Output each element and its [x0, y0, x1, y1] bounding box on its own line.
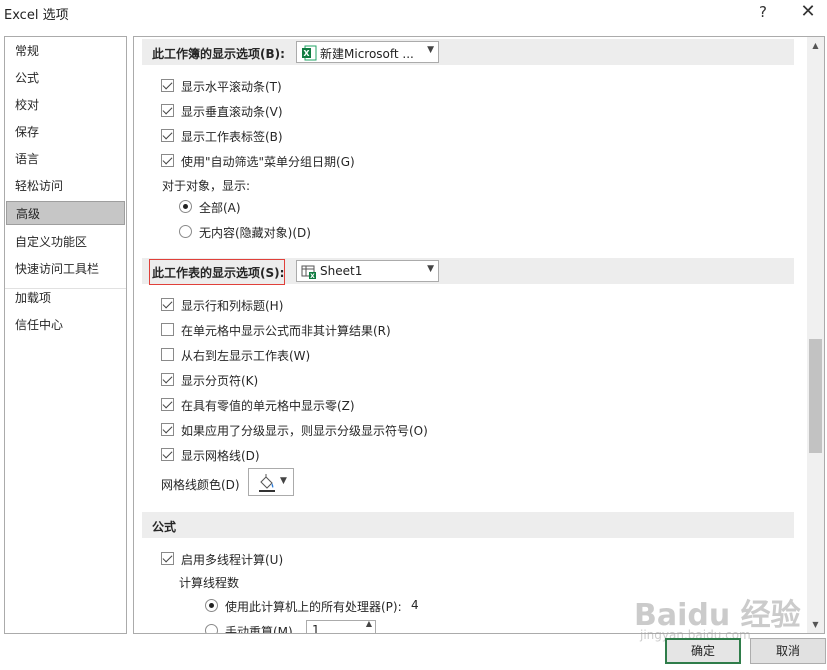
checkbox[interactable] — [161, 423, 174, 436]
sidebar-item-trust-center[interactable]: 信任中心 — [6, 313, 125, 337]
ok-button[interactable]: 确定 — [665, 638, 741, 664]
checkbox[interactable] — [161, 154, 174, 167]
vertical-scrollbar[interactable]: ▲ ▼ — [807, 37, 824, 633]
sidebar-item-formulas[interactable]: 公式 — [6, 66, 125, 90]
chevron-up-icon[interactable]: ▲ — [366, 619, 372, 628]
checkbox[interactable] — [161, 552, 174, 565]
workbook-section-label: 此工作簿的显示选项(B): — [152, 47, 285, 61]
formula-section-label: 公式 — [152, 520, 177, 534]
checkbox[interactable] — [161, 104, 174, 117]
workbook-section-header: 此工作簿的显示选项(B): — [142, 39, 794, 65]
sheet-select[interactable]: X Sheet1 ▼ — [296, 260, 439, 282]
sidebar: 常规 公式 校对 保存 语言 轻松访问 高级 自定义功能区 快速访问工具栏 加载… — [4, 36, 127, 634]
options-content: 此工作簿的显示选项(B): X 新建Microsoft ... ▼ 显示水平滚动… — [133, 36, 825, 634]
workbook-select-value: 新建Microsoft ... — [320, 47, 414, 61]
chevron-down-icon: ▼ — [427, 264, 434, 274]
svg-text:X: X — [303, 49, 310, 58]
help-button[interactable]: ? — [743, 0, 783, 26]
radio-button[interactable] — [179, 225, 192, 238]
gridline-color-label: 网格线颜色(D) — [161, 478, 240, 492]
sidebar-item-add-ins[interactable]: 加载项 — [6, 286, 125, 310]
processor-count: 4 — [411, 598, 419, 612]
checkbox[interactable] — [161, 398, 174, 411]
cancel-button[interactable]: 取消 — [750, 638, 826, 664]
chevron-down-icon: ▼ — [280, 476, 287, 486]
highlight-box — [149, 259, 285, 285]
checkbox[interactable] — [161, 348, 174, 361]
scroll-down-icon[interactable]: ▼ — [807, 616, 824, 633]
radio-button[interactable] — [205, 599, 218, 612]
window-title: Excel 选项 — [4, 8, 69, 23]
checkbox[interactable] — [161, 448, 174, 461]
paint-bucket-icon — [259, 474, 275, 492]
sidebar-item-quick-access-toolbar[interactable]: 快速访问工具栏 — [6, 257, 125, 281]
gridline-color-button[interactable]: ▼ — [248, 468, 294, 496]
chevron-down-icon: ▼ — [427, 45, 434, 55]
workbook-select[interactable]: X 新建Microsoft ... ▼ — [296, 41, 439, 63]
checkbox[interactable] — [161, 79, 174, 92]
title-bar: Excel 选项 ? ✕ — [0, 0, 827, 30]
sheet-select-value: Sheet1 — [320, 264, 363, 278]
scroll-up-icon[interactable]: ▲ — [807, 37, 824, 54]
sidebar-item-customize-ribbon[interactable]: 自定义功能区 — [6, 230, 125, 254]
close-button[interactable]: ✕ — [788, 0, 827, 26]
sidebar-item-language[interactable]: 语言 — [6, 147, 125, 171]
sheet-icon: X — [301, 265, 316, 280]
radio-button[interactable] — [179, 200, 192, 213]
sidebar-item-proofing[interactable]: 校对 — [6, 93, 125, 117]
sidebar-item-general[interactable]: 常规 — [6, 39, 125, 63]
checkbox[interactable] — [161, 323, 174, 336]
checkbox[interactable] — [161, 373, 174, 386]
checkbox[interactable] — [161, 298, 174, 311]
radio-button[interactable] — [205, 624, 218, 633]
formula-section-header: 公式 — [142, 512, 794, 538]
thread-count-label: 计算线程数 — [179, 576, 240, 590]
sidebar-item-accessibility[interactable]: 轻松访问 — [6, 174, 125, 198]
checkbox[interactable] — [161, 129, 174, 142]
sidebar-item-save[interactable]: 保存 — [6, 120, 125, 144]
thread-count-stepper[interactable]: 1 ▲ — [306, 619, 376, 633]
sidebar-item-advanced[interactable]: 高级 — [6, 201, 125, 225]
scrollbar-thumb[interactable] — [809, 339, 822, 453]
objects-display-label: 对于对象，显示: — [162, 179, 251, 193]
svg-text:X: X — [310, 273, 315, 280]
excel-icon: X — [302, 45, 317, 61]
